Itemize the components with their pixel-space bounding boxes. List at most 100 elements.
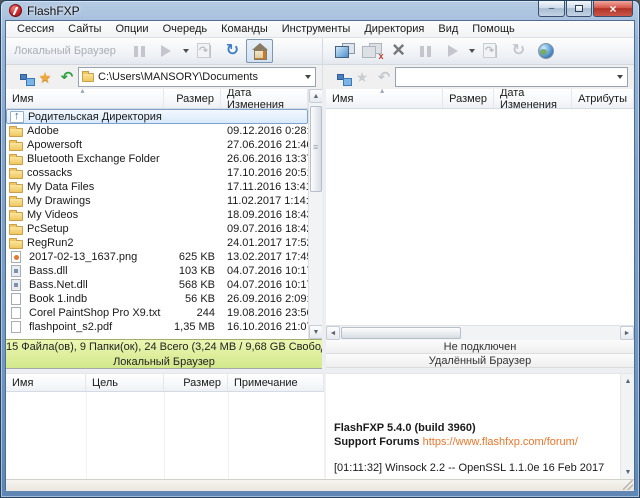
column-divider bbox=[86, 392, 87, 479]
maximize-button[interactable] bbox=[566, 1, 592, 17]
column-header-size[interactable]: Размер bbox=[164, 374, 228, 391]
scroll-down-button[interactable]: ▼ bbox=[309, 325, 323, 339]
column-label: Размер bbox=[183, 377, 221, 389]
file-row[interactable]: RegRun224.01.2017 17:52:34 bbox=[6, 236, 308, 250]
column-header-size[interactable]: Размер bbox=[164, 89, 221, 108]
local-back-button[interactable]: ↶ bbox=[56, 68, 78, 86]
local-toolbar: Локальный Браузер ↻ bbox=[6, 38, 322, 65]
remote-pause-button[interactable] bbox=[412, 39, 439, 63]
file-row[interactable]: Adobe09.12.2016 0:28:37 bbox=[6, 124, 308, 138]
column-header-attributes[interactable]: Атрибуты bbox=[572, 89, 634, 108]
pause-button[interactable] bbox=[126, 39, 153, 63]
file-row[interactable]: PcSetup09.07.2016 18:42:39 bbox=[6, 222, 308, 236]
disconnect-button[interactable]: x bbox=[358, 39, 385, 63]
remote-list-hscrollbar[interactable]: ◄ ► bbox=[326, 325, 634, 340]
file-date: 17.10.2016 20:51:07 bbox=[219, 167, 308, 179]
start-button[interactable] bbox=[153, 39, 180, 63]
remote-file-list[interactable] bbox=[326, 109, 634, 325]
local-browser-toggle-button[interactable] bbox=[246, 39, 273, 63]
resize-grip[interactable] bbox=[623, 480, 633, 490]
path-dropdown-button[interactable] bbox=[612, 68, 627, 86]
local-bookmarks-button[interactable]: ★ bbox=[34, 68, 56, 86]
column-label: Имя bbox=[12, 93, 33, 105]
remote-refresh-button[interactable]: ↻ bbox=[505, 39, 532, 63]
scroll-up-button[interactable]: ▲ bbox=[621, 374, 634, 388]
path-dropdown-button[interactable] bbox=[300, 68, 315, 86]
scroll-right-button[interactable]: ► bbox=[620, 326, 634, 340]
connect-button[interactable] bbox=[331, 39, 358, 63]
menu-item-3[interactable]: Опции bbox=[108, 22, 155, 36]
column-header-name[interactable]: Имя bbox=[6, 374, 86, 391]
log-panel[interactable]: FlashFXP 5.4.0 (build 3960) Support Foru… bbox=[326, 373, 634, 479]
minimize-button[interactable]: – bbox=[538, 1, 565, 17]
column-header-size[interactable]: Размер bbox=[443, 89, 494, 108]
remote-transfer-button[interactable] bbox=[478, 39, 505, 63]
menu-item-9[interactable]: Помощь bbox=[465, 22, 522, 36]
scroll-thumb[interactable] bbox=[310, 106, 322, 192]
remote-start-dropdown-button[interactable] bbox=[466, 39, 478, 63]
column-header-name[interactable]: ▴ Имя bbox=[326, 89, 443, 108]
file-row[interactable]: Родительская Директория bbox=[6, 109, 308, 124]
column-header-name[interactable]: ▴ Имя bbox=[6, 89, 164, 108]
file-row[interactable]: cossacks17.10.2016 20:51:07 bbox=[6, 166, 308, 180]
menu-item-4[interactable]: Очередь bbox=[156, 22, 215, 36]
file-row[interactable]: 2017-02-13_1637.png625 KB13.02.2017 17:4… bbox=[6, 250, 308, 264]
menu-item-6[interactable]: Инструменты bbox=[275, 22, 358, 36]
local-status-title: Локальный Браузер bbox=[6, 355, 322, 370]
file-row[interactable]: Bluetooth Exchange Folder26.06.2016 13:3… bbox=[6, 152, 308, 166]
remote-path-combobox[interactable] bbox=[395, 67, 628, 87]
scroll-thumb[interactable] bbox=[341, 327, 461, 339]
log-scrollbar[interactable]: ▲ ▼ bbox=[620, 374, 634, 479]
log-support-label: Support Forums bbox=[334, 436, 420, 448]
menu-item-8[interactable]: Вид bbox=[431, 22, 465, 36]
file-row[interactable]: My Drawings11.02.2017 1:14:00 bbox=[6, 194, 308, 208]
file-row[interactable]: Bass.Net.dll568 KB04.07.2016 10:17:49 bbox=[6, 278, 308, 292]
dll-icon bbox=[11, 279, 21, 291]
remote-start-button[interactable] bbox=[439, 39, 466, 63]
file-name: Bluetooth Exchange Folder bbox=[27, 153, 160, 165]
column-header-target[interactable]: Цель bbox=[86, 374, 164, 391]
menu-item-5[interactable]: Команды bbox=[214, 22, 275, 36]
transfer-queue-button[interactable] bbox=[192, 39, 219, 63]
client-area: СессияСайтыОпцииОчередьКомандыИнструмент… bbox=[5, 20, 635, 490]
log-support-link[interactable]: https://www.flashfxp.com/forum/ bbox=[423, 436, 578, 448]
pane-splitter[interactable] bbox=[322, 89, 326, 369]
remote-back-button[interactable]: ↶ bbox=[373, 68, 395, 86]
local-list-scrollbar[interactable]: ▲ ▼ bbox=[308, 89, 322, 339]
local-path-combobox[interactable]: C:\Users\MANSORY\Documents bbox=[78, 67, 316, 87]
menu-item-7[interactable]: Директория bbox=[357, 22, 431, 36]
scroll-down-button[interactable]: ▼ bbox=[621, 465, 634, 479]
column-header-date[interactable]: Дата Изменения bbox=[221, 89, 308, 108]
start-dropdown-button[interactable] bbox=[180, 39, 192, 63]
file-row[interactable]: My Data Files17.11.2016 13:41:19 bbox=[6, 180, 308, 194]
queue-list[interactable] bbox=[6, 392, 324, 479]
scroll-up-button[interactable]: ▲ bbox=[309, 89, 323, 103]
column-label: Размер bbox=[176, 93, 214, 105]
file-size: 1,35 MB bbox=[162, 321, 219, 333]
file-row[interactable]: Bass.dll103 KB04.07.2016 10:17:49 bbox=[6, 264, 308, 278]
dll-icon bbox=[11, 265, 21, 277]
local-refresh-button[interactable]: ↻ bbox=[219, 39, 246, 63]
file-row[interactable]: My Videos18.09.2016 18:43:39 bbox=[6, 208, 308, 222]
remote-bookmarks-button[interactable]: ★ bbox=[351, 68, 373, 86]
scroll-left-button[interactable]: ◄ bbox=[326, 326, 340, 340]
file-row[interactable]: Corel PaintShop Pro X9.txt24419.08.2016 … bbox=[6, 306, 308, 320]
maximize-icon bbox=[575, 5, 583, 12]
column-header-date[interactable]: Дата Изменения bbox=[494, 89, 572, 108]
folder-icon bbox=[9, 212, 23, 221]
folder-tree-button[interactable] bbox=[12, 68, 34, 86]
menu-item-1[interactable]: Сессия bbox=[10, 22, 61, 36]
file-row[interactable]: flashpoint_s2.pdf1,35 MB16.10.2016 21:07… bbox=[6, 320, 308, 334]
file-row[interactable]: Book 1.indb56 KB26.09.2016 2:09:21 bbox=[6, 292, 308, 306]
folder-icon bbox=[9, 226, 23, 235]
abort-button[interactable]: × bbox=[385, 39, 412, 63]
file-row[interactable]: Apowersoft27.06.2016 21:40:17 bbox=[6, 138, 308, 152]
column-header-note[interactable]: Примечание bbox=[228, 374, 324, 391]
column-label: Имя bbox=[332, 93, 353, 105]
title-bar[interactable]: FlashFXP – × bbox=[1, 1, 639, 20]
remote-browser-button[interactable] bbox=[532, 39, 559, 63]
menu-item-2[interactable]: Сайты bbox=[61, 22, 108, 36]
file-name: Apowersoft bbox=[27, 139, 82, 151]
remote-folder-tree-button[interactable] bbox=[329, 68, 351, 86]
close-button[interactable]: × bbox=[593, 1, 633, 17]
